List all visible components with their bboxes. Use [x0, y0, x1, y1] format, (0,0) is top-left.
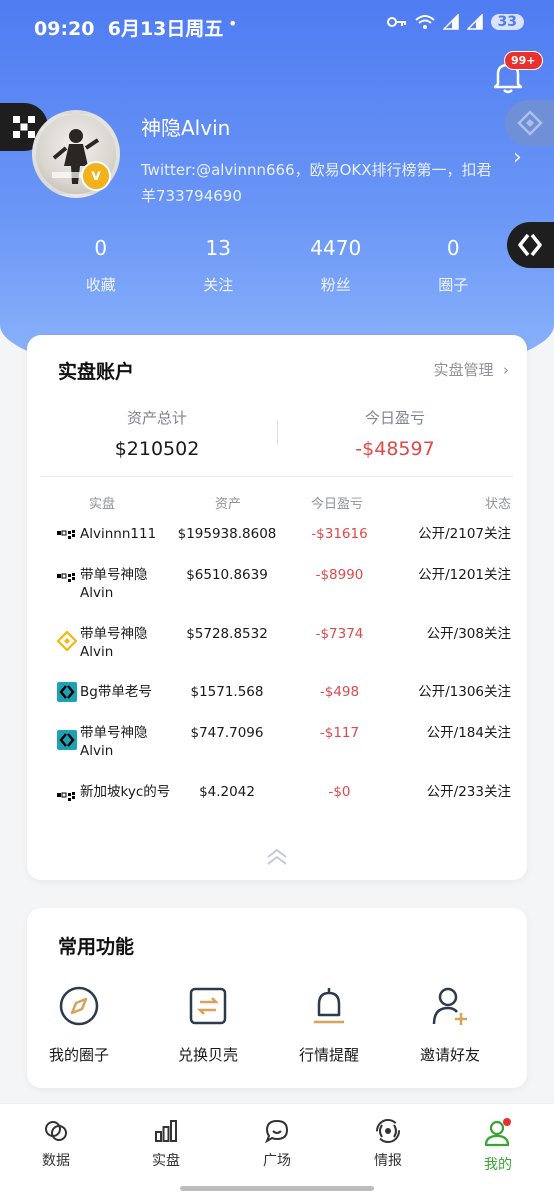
tab-intel[interactable]: 情报	[348, 1118, 428, 1170]
account-status: 公开/233关注	[426, 784, 511, 800]
functions-card-title: 常用功能	[58, 936, 135, 958]
price-alert-button[interactable]: 行情提醒	[274, 984, 384, 1065]
floating-bitget-button[interactable]	[507, 222, 554, 268]
okx-icon	[57, 792, 75, 801]
tab-mine[interactable]: 我的	[458, 1118, 538, 1174]
status-icons: 33	[386, 14, 524, 30]
function-label: 我的圈子	[48, 1046, 109, 1064]
home-indicator[interactable]	[180, 1186, 374, 1191]
account-name: Bg带单老号	[80, 684, 152, 700]
divider	[41, 476, 513, 477]
exchange-shells-button[interactable]: 兑换贝壳	[153, 984, 263, 1065]
bar-chart-icon	[155, 1120, 177, 1142]
binance-logo-icon	[517, 110, 543, 136]
user-bio: Twitter:@alvinnn666，欧易OKX排行榜第一，扣君羊733794…	[141, 161, 492, 205]
signal-icon	[442, 14, 459, 30]
invite-friends-button[interactable]: 邀请好友	[395, 984, 505, 1065]
profile-stats: 0 收藏 13 关注 4470 粉丝 0 圈子	[42, 236, 512, 295]
stat-favorites[interactable]: 0 收藏	[42, 236, 160, 295]
bitget-logo-icon	[518, 233, 542, 257]
signal-icon-2	[466, 14, 483, 30]
function-label: 行情提醒	[298, 1046, 359, 1064]
key-icon	[386, 17, 406, 27]
status-bar: 09:20 6月13日周五 • 33	[0, 10, 554, 44]
account-asset: $5728.8532	[186, 626, 268, 642]
chat-icon	[264, 1119, 289, 1144]
account-name: 带单号神隐Alvin	[80, 567, 148, 601]
stat-following[interactable]: 13 关注	[160, 236, 278, 295]
account-status: 公开/184关注	[426, 725, 511, 741]
chevron-right-icon: ›	[503, 361, 509, 379]
account-status: 公开/308关注	[426, 626, 511, 642]
account-name: 带单号神隐Alvin	[80, 626, 148, 660]
okx-logo-icon	[13, 116, 35, 138]
total-assets-value: $210502	[114, 438, 200, 460]
summary-divider	[277, 421, 278, 445]
okx-icon	[57, 530, 75, 539]
col-header-account: 实盘	[89, 497, 116, 512]
compass-icon	[59, 986, 99, 1026]
bitget-icon	[57, 682, 77, 702]
stat-followers[interactable]: 4470 粉丝	[277, 236, 395, 295]
battery-level: 33	[490, 14, 524, 30]
tab-data[interactable]: 数据	[16, 1118, 96, 1170]
user-name[interactable]: 神隐Alvin	[141, 112, 230, 141]
account-pnl: -$498	[319, 684, 360, 700]
floating-binance-button[interactable]	[505, 100, 554, 146]
col-header-asset: 资产	[215, 497, 242, 512]
account-status: 公开/2107关注	[418, 526, 511, 542]
function-label: 兑换贝壳	[177, 1046, 238, 1064]
tab-square[interactable]: 广场	[237, 1118, 317, 1170]
account-pnl: -$31616	[311, 526, 368, 542]
account-name: 新加坡kyc的号	[80, 784, 171, 800]
tab-live-account[interactable]: 实盘	[126, 1118, 206, 1170]
account-asset: $6510.8639	[186, 567, 268, 583]
account-pnl: -$117	[319, 725, 360, 741]
today-pnl: 今日盈亏 -$48597	[295, 407, 495, 460]
account-name: Alvinnn111	[80, 526, 157, 542]
notification-badge: 99+	[504, 51, 543, 70]
exchange-icon	[189, 987, 227, 1025]
account-asset: $1571.568	[190, 684, 264, 700]
okx-icon	[57, 573, 75, 582]
circles-icon	[45, 1121, 67, 1141]
account-pnl: -$7374	[315, 626, 364, 642]
account-status: 公开/1201关注	[418, 567, 511, 583]
wifi-icon	[414, 15, 435, 29]
account-card-title: 实盘账户	[58, 361, 135, 383]
total-assets: 资产总计 $210502	[57, 407, 257, 460]
account-name: 带单号神隐Alvin	[80, 725, 148, 759]
broadcast-icon	[376, 1119, 400, 1143]
account-asset: $195938.8608	[177, 526, 277, 542]
function-label: 邀请好友	[419, 1046, 480, 1064]
verified-badge: v	[81, 161, 111, 191]
account-pnl: -$0	[328, 784, 351, 800]
common-functions-card: 常用功能 我的圈子 兑换贝壳 行情提醒 邀请好友	[27, 908, 527, 1088]
account-pnl: -$8990	[315, 567, 364, 583]
status-time: 09:20 6月13日周五	[34, 18, 224, 40]
profile-chevron-right-icon[interactable]: ›	[513, 145, 522, 170]
account-asset: $747.7096	[190, 725, 264, 741]
col-header-pnl: 今日盈亏	[311, 497, 364, 512]
account-asset: $4.2042	[199, 784, 255, 800]
bell-icon	[314, 988, 344, 1024]
my-circles-button[interactable]: 我的圈子	[24, 984, 134, 1065]
today-pnl-value: -$48597	[355, 438, 435, 460]
add-user-icon	[432, 987, 467, 1025]
status-dot: •	[228, 14, 238, 33]
collapse-chevron-icon[interactable]	[265, 847, 289, 867]
user-icon	[484, 1118, 511, 1147]
account-manage-link[interactable]: 实盘管理 ›	[433, 359, 509, 380]
live-account-card: 实盘账户 实盘管理 › 资产总计 $210502 今日盈亏 -$48597 实盘…	[27, 335, 527, 880]
account-status: 公开/1306关注	[418, 684, 511, 700]
col-header-status: 状态	[484, 497, 511, 512]
bitget-icon	[57, 730, 77, 750]
binance-icon	[57, 631, 77, 651]
stat-circles[interactable]: 0 圈子	[395, 236, 513, 295]
